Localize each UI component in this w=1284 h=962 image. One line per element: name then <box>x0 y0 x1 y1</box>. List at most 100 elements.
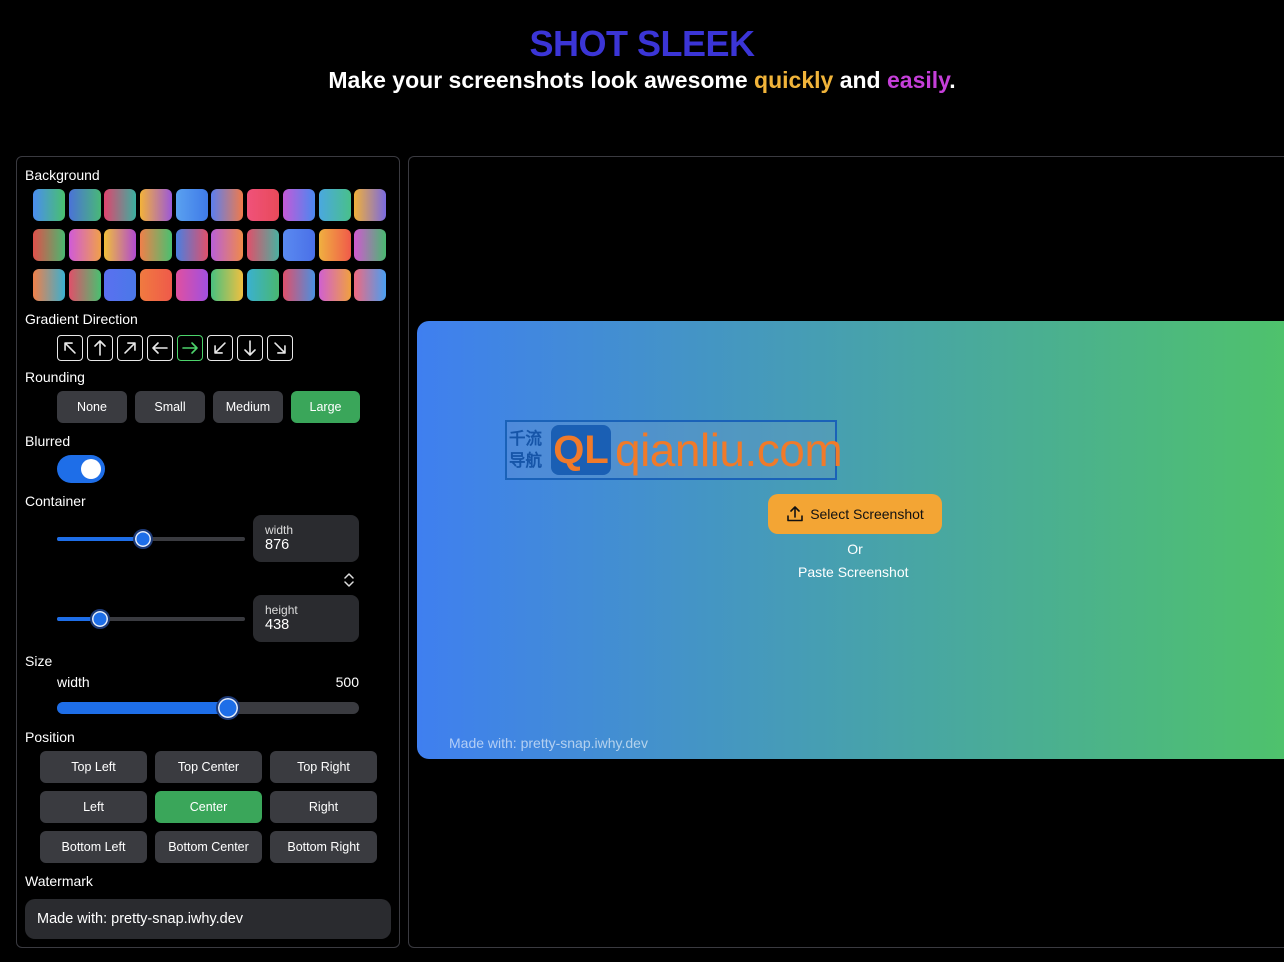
background-swatch[interactable] <box>282 189 315 221</box>
right-arrow-icon <box>182 342 198 354</box>
background-swatch[interactable] <box>354 229 387 261</box>
blurred-label: Blurred <box>25 433 71 449</box>
container-height-label: height <box>265 603 298 617</box>
blurred-toggle[interactable] <box>57 455 105 483</box>
size-width-label: width <box>57 674 90 690</box>
watermark-input[interactable]: Made with: pretty-snap.iwhy.dev <box>25 899 391 939</box>
rounding-options: None Small Medium Large <box>57 391 360 423</box>
slider-fill <box>57 702 228 714</box>
background-swatch[interactable] <box>318 189 351 221</box>
background-swatch[interactable] <box>104 269 137 301</box>
paste-screenshot-link[interactable]: Paste Screenshot <box>798 564 909 580</box>
gradient-direction-button[interactable] <box>147 335 173 361</box>
down-left-arrow-icon <box>214 342 226 354</box>
background-swatch[interactable] <box>33 189 65 221</box>
background-swatch[interactable] <box>282 229 315 261</box>
background-swatch[interactable] <box>211 229 244 261</box>
gradient-direction-button[interactable] <box>207 335 233 361</box>
position-bottom-center-button[interactable]: Bottom Center <box>155 831 262 863</box>
subtitle-text-3: . <box>949 67 956 93</box>
background-swatch[interactable] <box>282 269 315 301</box>
background-swatch[interactable] <box>247 229 280 261</box>
settings-sidebar: Background Gradient Direction Rounding N… <box>16 156 400 948</box>
swap-dimensions-icon[interactable] <box>343 573 355 587</box>
background-swatch[interactable] <box>247 189 280 221</box>
position-bottom-left-button[interactable]: Bottom Left <box>40 831 147 863</box>
background-swatch[interactable] <box>68 269 101 301</box>
background-swatch[interactable] <box>104 189 137 221</box>
background-swatch[interactable] <box>140 269 173 301</box>
rounding-large-button[interactable]: Large <box>291 391 360 423</box>
background-swatch[interactable] <box>318 229 351 261</box>
background-swatch[interactable] <box>211 269 244 301</box>
slider-fill <box>57 537 144 541</box>
gradient-direction-button[interactable] <box>267 335 293 361</box>
position-top-center-button[interactable]: Top Center <box>155 751 262 783</box>
background-label: Background <box>25 167 100 183</box>
container-label: Container <box>25 493 86 509</box>
background-swatch[interactable] <box>247 269 280 301</box>
background-swatch[interactable] <box>68 229 101 261</box>
background-swatch[interactable] <box>68 189 101 221</box>
select-screenshot-label: Select Screenshot <box>810 506 924 522</box>
gradient-direction-button[interactable] <box>117 335 143 361</box>
background-swatch[interactable] <box>175 229 208 261</box>
subtitle-text-1: Make your screenshots look awesome <box>328 67 755 93</box>
upload-icon <box>787 506 803 522</box>
watermark-label: Watermark <box>25 873 93 889</box>
gradient-direction-button[interactable] <box>57 335 83 361</box>
position-center-button[interactable]: Center <box>155 791 262 823</box>
position-left-button[interactable]: Left <box>40 791 147 823</box>
background-swatch-grid <box>33 189 389 301</box>
container-width-label: width <box>265 523 294 537</box>
background-swatch[interactable] <box>175 269 208 301</box>
app-title: SHOT SLEEK <box>529 23 755 64</box>
position-bottom-right-button[interactable]: Bottom Right <box>270 831 377 863</box>
preview-watermark-text: Made with: pretty-snap.iwhy.dev <box>449 735 648 751</box>
size-label: Size <box>25 653 53 669</box>
select-screenshot-button[interactable]: Select Screenshot <box>768 494 942 534</box>
background-swatch[interactable] <box>33 229 65 261</box>
gradient-direction-button[interactable] <box>177 335 203 361</box>
left-arrow-icon <box>152 342 168 354</box>
position-top-right-button[interactable]: Top Right <box>270 751 377 783</box>
background-swatch[interactable] <box>354 189 387 221</box>
background-swatch[interactable] <box>33 269 65 301</box>
background-swatch[interactable] <box>175 189 208 221</box>
container-width-slider[interactable] <box>57 529 245 549</box>
up-arrow-icon <box>94 340 106 356</box>
container-width-field[interactable]: width 876 <box>253 515 359 562</box>
size-width-value: 500 <box>335 674 359 690</box>
rounding-small-button[interactable]: Small <box>135 391 205 423</box>
background-swatch[interactable] <box>104 229 137 261</box>
slider-thumb[interactable] <box>215 696 240 720</box>
background-swatch[interactable] <box>211 189 244 221</box>
background-swatch[interactable] <box>140 189 173 221</box>
logo-chinese-text: 千流导航 <box>509 430 542 470</box>
down-right-arrow-icon <box>274 342 286 354</box>
background-swatch[interactable] <box>354 269 387 301</box>
or-text: Or <box>847 541 863 557</box>
preview-background: 千流导航 QL qianliu.com Select Screenshot Or… <box>417 321 1284 759</box>
subtitle-text-2: and <box>833 67 887 93</box>
qianliu-logo-watermark: 千流导航 QL qianliu.com <box>505 420 843 480</box>
slider-thumb[interactable] <box>133 529 154 549</box>
rounding-none-button[interactable]: None <box>57 391 127 423</box>
container-width-value: 876 <box>265 537 290 553</box>
gradient-direction-button[interactable] <box>87 335 113 361</box>
size-width-slider[interactable] <box>57 696 359 720</box>
position-top-left-button[interactable]: Top Left <box>40 751 147 783</box>
up-right-arrow-icon <box>124 342 136 354</box>
container-height-slider[interactable] <box>57 609 245 629</box>
background-swatch[interactable] <box>318 269 351 301</box>
position-right-button[interactable]: Right <box>270 791 377 823</box>
background-swatch[interactable] <box>140 229 173 261</box>
gradient-direction-button[interactable] <box>237 335 263 361</box>
subtitle-highlight-easily: easily <box>886 67 950 93</box>
down-arrow-icon <box>244 340 256 356</box>
gradient-direction-buttons <box>57 335 293 361</box>
rounding-medium-button[interactable]: Medium <box>213 391 283 423</box>
slider-thumb[interactable] <box>90 609 111 629</box>
container-height-field[interactable]: height 438 <box>253 595 359 642</box>
gradient-direction-label: Gradient Direction <box>25 311 138 327</box>
